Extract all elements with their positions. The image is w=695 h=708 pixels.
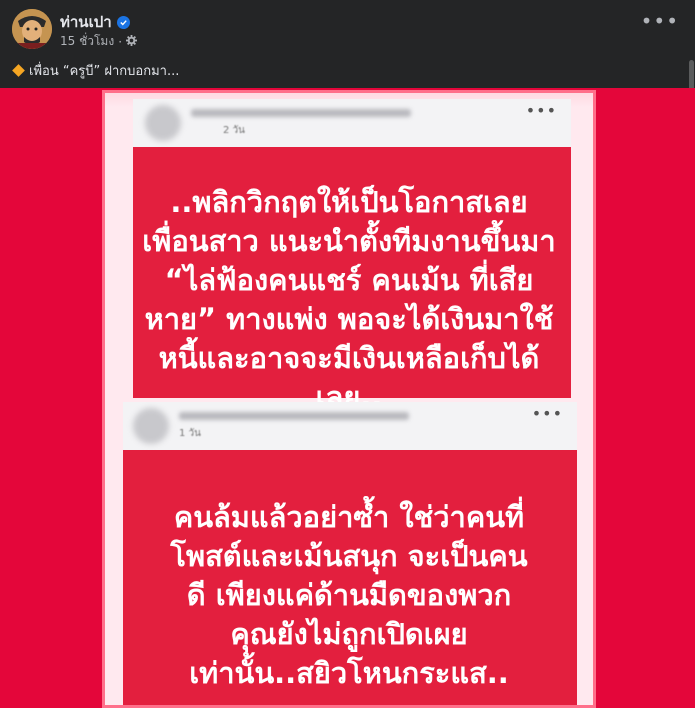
post-time[interactable]: 15 ชั่วโมง — [60, 32, 114, 51]
embedded-post-2-time: 1 วัน — [179, 428, 201, 439]
post-image[interactable]: 2 วัน ••• ..พลิกวิกฤตให้เป็นโอกาสเลย เพื… — [0, 88, 695, 708]
blurred-name — [179, 412, 409, 420]
embedded-post-2: 1 วัน ••• คนล้มแล้วอย่าซ้ำ ใช่ว่าคนที่ โ… — [105, 398, 593, 705]
embedded-post-2-header: 1 วัน ••• — [123, 402, 577, 450]
post-header: ท่านเปา 15 ชั่วโมง · ••• เพื่อน “ครูบี” … — [0, 0, 695, 270]
author-row: ท่านเปา — [60, 10, 130, 34]
blurred-name — [191, 109, 411, 117]
post-meta: 15 ชั่วโมง · — [60, 32, 138, 51]
embedded-post-1-text: ..พลิกวิกฤตให้เป็นโอกาสเลย เพื่อนสาว แนะ… — [142, 185, 556, 414]
avatar-image — [12, 9, 52, 49]
blurred-avatar — [145, 105, 181, 141]
caption-text: เพื่อน “ครูบี” ฝากบอกมา... — [29, 64, 180, 79]
avatar[interactable] — [12, 9, 52, 49]
embedded-post-1: 2 วัน ••• ..พลิกวิกฤตให้เป็นโอกาสเลย เพื… — [105, 93, 593, 414]
embedded-more-icon: ••• — [525, 101, 557, 120]
embedded-more-icon: ••• — [531, 404, 563, 423]
post-caption: เพื่อน “ครูบี” ฝากบอกมา... — [12, 60, 180, 81]
orange-diamond-icon — [12, 64, 25, 77]
embedded-post-2-text: คนล้มแล้วอย่าซ้ำ ใช่ว่าคนที่ โพสต์และเม้… — [170, 500, 528, 690]
embedded-post-1-header: 2 วัน ••• — [133, 99, 571, 147]
author-name[interactable]: ท่านเปา — [60, 10, 112, 34]
privacy-icon[interactable] — [126, 34, 138, 49]
more-options-button[interactable]: ••• — [641, 11, 679, 31]
blurred-avatar — [133, 408, 169, 444]
screenshot-collage: 2 วัน ••• ..พลิกวิกฤตให้เป็นโอกาสเลย เพื… — [102, 90, 596, 708]
meta-separator: · — [118, 34, 123, 49]
embedded-post-1-time: 2 วัน — [223, 125, 245, 136]
verified-badge-icon — [116, 15, 130, 29]
